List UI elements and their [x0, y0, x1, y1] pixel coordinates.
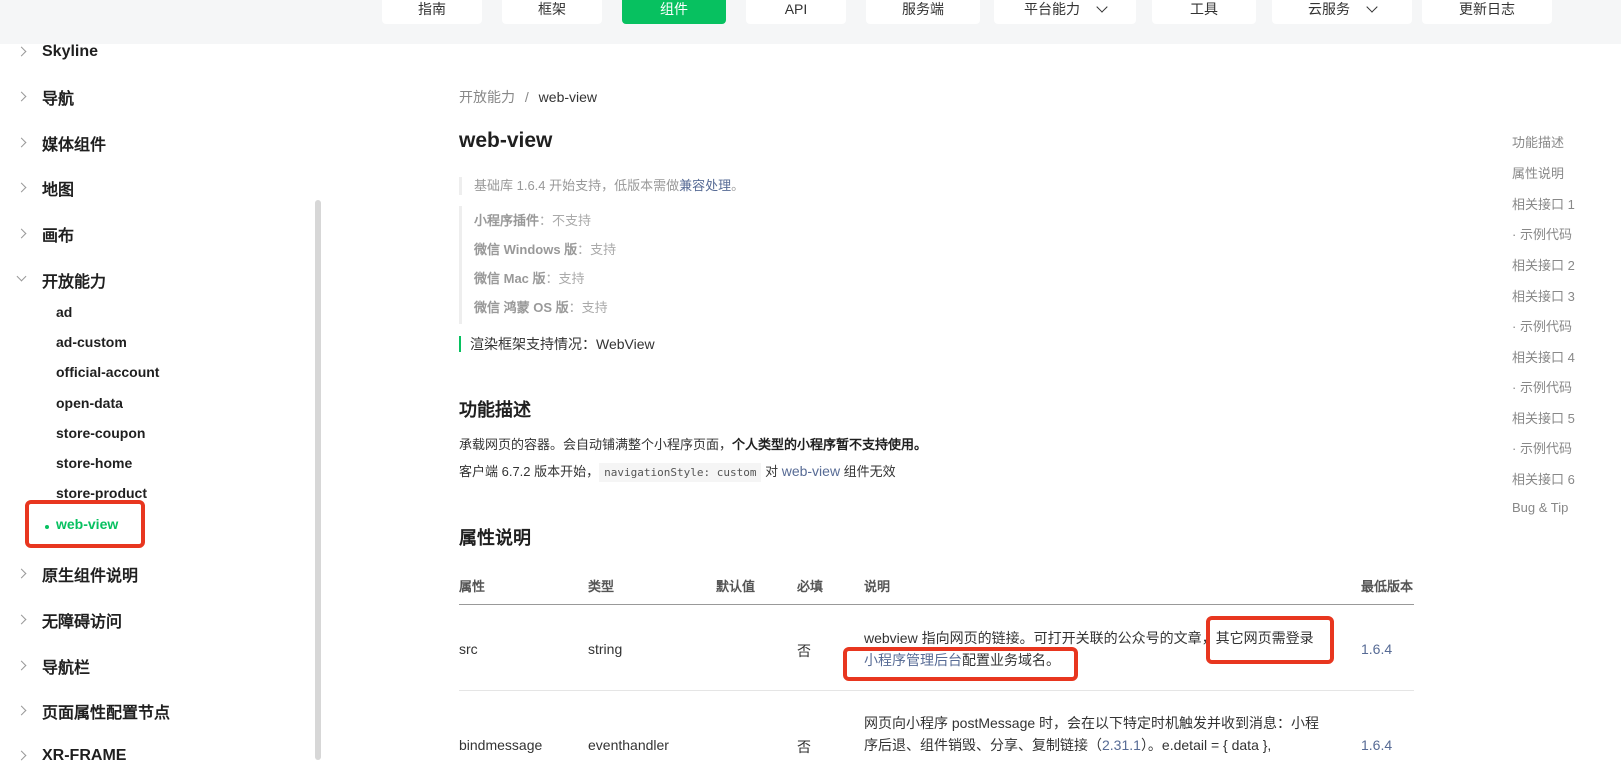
render-framework-note: 渲染框架支持情况：WebView: [459, 336, 655, 352]
toc-example-1[interactable]: · 示例代码: [1512, 224, 1572, 243]
row-src-type: string: [588, 641, 623, 657]
breadcrumb-parent[interactable]: 开放能力: [459, 89, 515, 105]
th-attr: 属性: [459, 579, 486, 594]
sidebar-item-accessibility[interactable]: 无障碍访问: [0, 608, 300, 632]
support-mac: 微信 Mac 版：支持: [474, 271, 585, 286]
table-header-divider: [459, 604, 1414, 605]
nav-tools[interactable]: 工具: [1152, 0, 1256, 24]
sidebar-item-navbar[interactable]: 导航栏: [0, 654, 300, 678]
toc-example-3[interactable]: · 示例代码: [1512, 316, 1572, 335]
section-title-props: 属性说明: [459, 528, 531, 548]
row-bindmessage-type: eventhandler: [588, 737, 669, 753]
breadcrumb-current: web-view: [538, 89, 598, 105]
nav-cloud[interactable]: 云服务: [1272, 0, 1412, 24]
sidebar-item-native-components[interactable]: 原生组件说明: [0, 562, 300, 586]
sidebar-item-navigation[interactable]: 导航: [0, 85, 300, 109]
sidebar-sub-ad-custom[interactable]: ad-custom: [56, 334, 127, 354]
sidebar-item-map[interactable]: 地图: [0, 176, 300, 200]
chevron-right-icon: [16, 614, 27, 625]
web-view-link[interactable]: web-view: [782, 463, 840, 479]
section-title-func: 功能描述: [459, 400, 531, 420]
sidebar-sub-official-account[interactable]: official-account: [56, 364, 159, 384]
th-desc: 说明: [864, 579, 891, 594]
chevron-right-icon: [16, 182, 27, 193]
top-nav-bar: 指南 框架 组件 API 服务端 平台能力 工具 云服务 更新日志: [0, 0, 1621, 44]
nav-components[interactable]: 组件: [622, 0, 726, 24]
toc-api-4[interactable]: 相关接口 4: [1512, 347, 1575, 366]
highlight-box: [1206, 616, 1334, 664]
sidebar-item-canvas[interactable]: 画布: [0, 222, 300, 246]
th-version: 最低版本: [1361, 579, 1414, 594]
chevron-right-icon: [16, 91, 27, 102]
platform-support-list: 小程序插件：不支持 微信 Windows 版：支持 微信 Mac 版：支持 微信…: [459, 206, 616, 324]
sidebar-item-open-capability[interactable]: 开放能力: [0, 268, 300, 292]
toc-api-6[interactable]: 相关接口 6: [1512, 469, 1575, 488]
toc-api-5[interactable]: 相关接口 5: [1512, 408, 1575, 427]
func-line-2: 客户端 6.7.2 版本开始， navigationStyle: custom 对…: [459, 461, 896, 482]
sidebar-item-page-meta[interactable]: 页面属性配置节点: [0, 699, 300, 723]
row-src-version[interactable]: 1.6.4: [1361, 641, 1392, 657]
sidebar-scrollbar[interactable]: [315, 200, 321, 760]
row-bindmessage-desc: 网页向小程序 postMessage 时，会在以下特定时机触发并收到消息：小程序…: [864, 715, 1320, 753]
support-plugin: 小程序插件：不支持: [474, 213, 592, 228]
row-src-name: src: [459, 641, 478, 657]
version-link[interactable]: 2.31.1: [1102, 737, 1141, 753]
sidebar-item-xr-frame[interactable]: XR-FRAME: [0, 744, 300, 768]
table-row-divider: [459, 690, 1414, 691]
compat-link[interactable]: 兼容处理: [679, 178, 731, 193]
row-bindmessage-required: 否: [797, 739, 811, 755]
chevron-right-icon: [16, 750, 27, 761]
func-line-1: 承载网页的容器。会自动铺满整个小程序页面，个人类型的小程序暂不支持使用。: [459, 437, 928, 452]
support-windows: 微信 Windows 版：支持: [474, 242, 617, 257]
sidebar-sub-ad[interactable]: ad: [56, 304, 72, 324]
row-bindmessage-name: bindmessage: [459, 737, 543, 753]
row-bindmessage-version[interactable]: 1.6.4: [1361, 737, 1392, 753]
chevron-right-icon: [16, 137, 27, 148]
toc-api-3[interactable]: 相关接口 3: [1512, 286, 1575, 305]
toc-api-1[interactable]: 相关接口 1: [1512, 194, 1575, 213]
sidebar-sub-open-data[interactable]: open-data: [56, 395, 123, 415]
chevron-right-icon: [16, 228, 27, 239]
base-library-note: 基础库 1.6.4 开始支持，低版本需做兼容处理。: [459, 177, 744, 195]
toc-props[interactable]: 属性说明: [1512, 163, 1564, 182]
support-harmony: 微信 鸿蒙 OS 版：支持: [474, 300, 608, 315]
nav-server[interactable]: 服务端: [866, 0, 980, 24]
breadcrumb-separator: /: [524, 89, 529, 105]
chevron-down-icon: [1366, 1, 1378, 13]
nav-guide[interactable]: 指南: [382, 0, 482, 24]
row-src-required: 否: [797, 643, 811, 659]
toc-api-2[interactable]: 相关接口 2: [1512, 255, 1575, 274]
breadcrumb: 开放能力 / web-view: [459, 87, 597, 107]
chevron-down-icon: [16, 271, 27, 282]
sidebar-item-media[interactable]: 媒体组件: [0, 131, 300, 155]
sidebar-sub-store-coupon[interactable]: store-coupon: [56, 425, 145, 445]
toc-example-4[interactable]: · 示例代码: [1512, 377, 1572, 396]
highlight-box: [25, 500, 145, 548]
chevron-down-icon: [1096, 1, 1108, 13]
nav-platform[interactable]: 平台能力: [994, 0, 1136, 24]
inline-code: navigationStyle: custom: [599, 463, 762, 482]
sidebar-sub-store-home[interactable]: store-home: [56, 455, 132, 475]
chevron-right-icon: [16, 705, 27, 716]
chevron-right-icon: [16, 46, 27, 57]
chevron-right-icon: [16, 568, 27, 579]
toc-bug-tip[interactable]: Bug & Tip: [1512, 500, 1568, 515]
th-default: 默认值: [716, 579, 756, 594]
page-title: web-view: [459, 129, 553, 152]
th-required: 必填: [797, 579, 824, 594]
nav-framework[interactable]: 框架: [502, 0, 602, 24]
highlight-box: [843, 647, 1078, 681]
chevron-right-icon: [16, 660, 27, 671]
nav-changelog[interactable]: 更新日志: [1422, 0, 1552, 24]
toc-example-5[interactable]: · 示例代码: [1512, 438, 1572, 457]
th-type: 类型: [588, 579, 615, 594]
sidebar-item-skyline[interactable]: Skyline: [0, 40, 300, 64]
nav-api[interactable]: API: [746, 0, 846, 24]
toc-func[interactable]: 功能描述: [1512, 132, 1564, 151]
